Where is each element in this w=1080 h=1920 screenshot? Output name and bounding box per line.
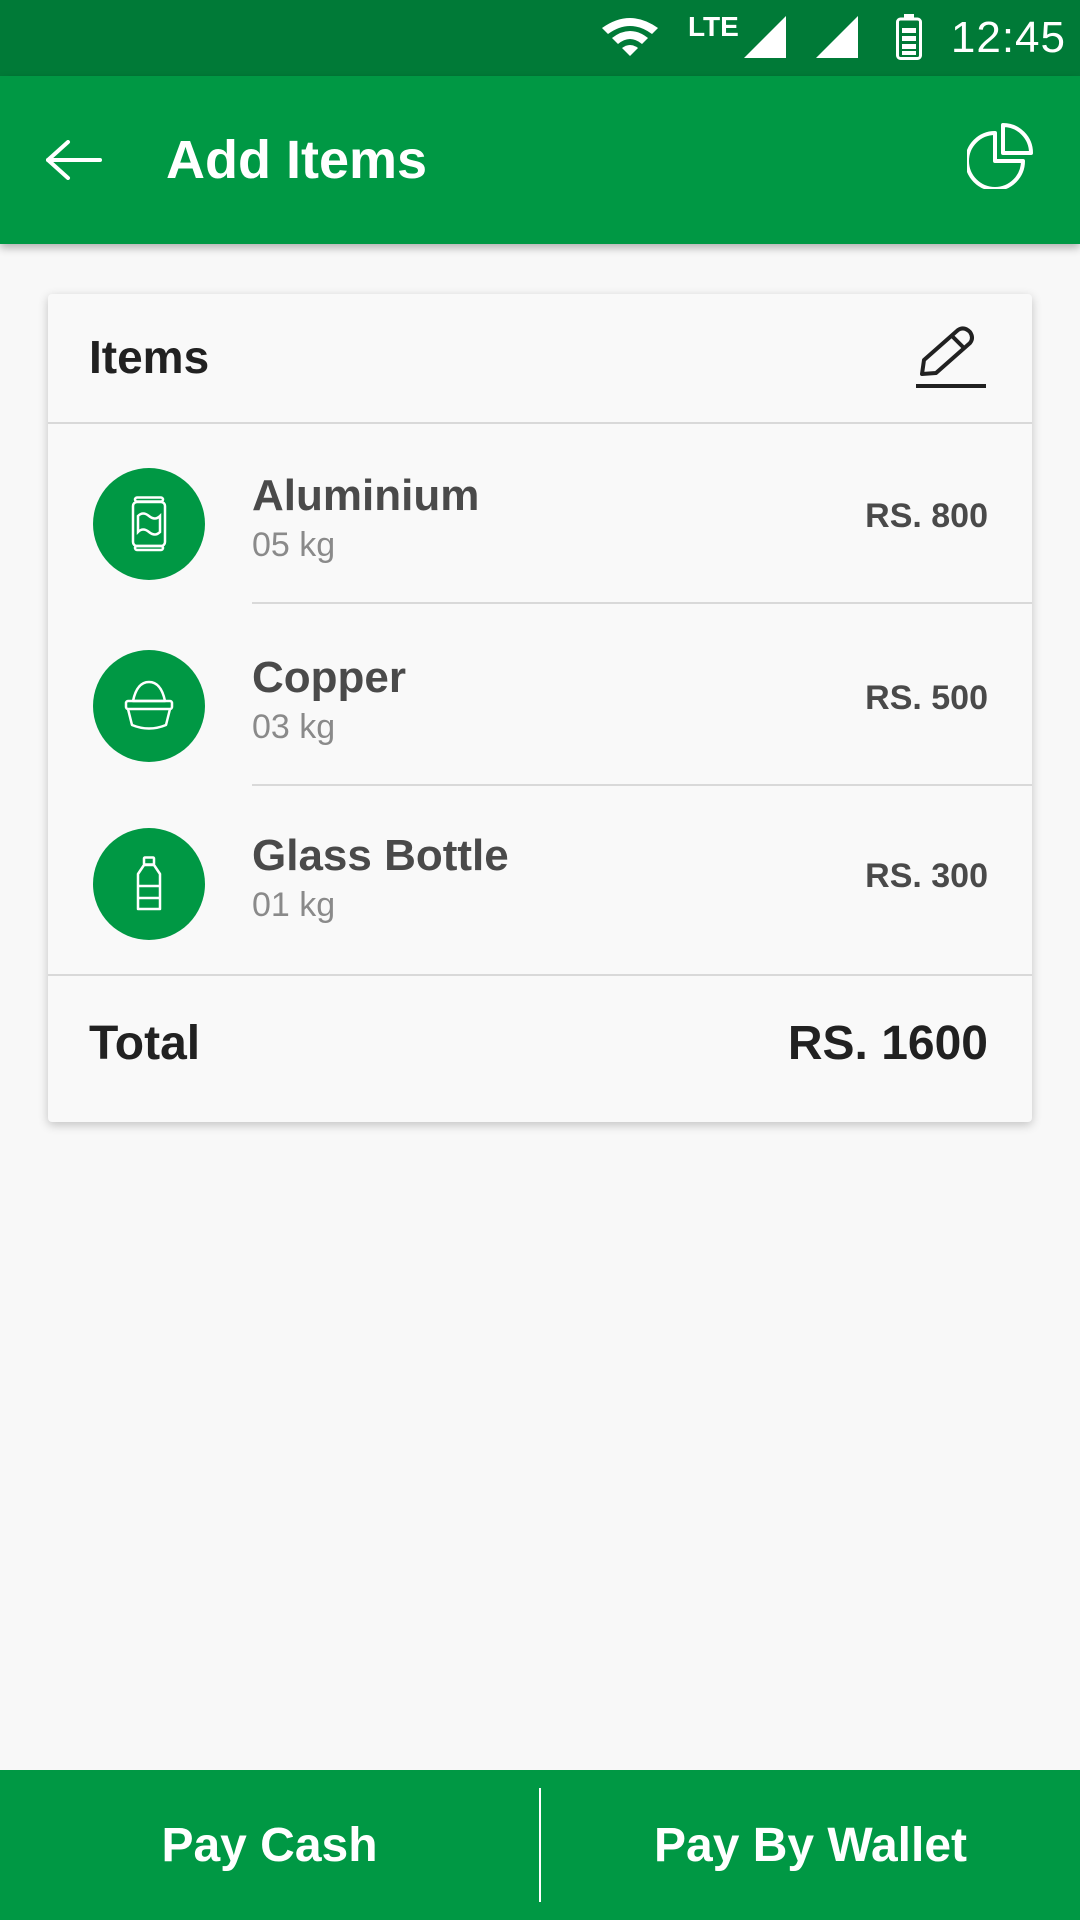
pencil-icon[interactable] xyxy=(914,324,988,394)
item-icon-circle xyxy=(93,650,205,762)
page-title: Add Items xyxy=(166,130,428,190)
can-icon xyxy=(131,496,167,552)
item-weight: 05 kg xyxy=(252,526,336,564)
item-weight: 01 kg xyxy=(252,886,336,924)
item-icon-circle xyxy=(93,468,205,580)
app-bar: Add Items xyxy=(0,76,1080,244)
pay-cash-button[interactable]: Pay Cash xyxy=(0,1770,539,1920)
back-button[interactable] xyxy=(34,120,114,200)
bottle-icon xyxy=(136,856,162,911)
items-card: Items Aluminium 05 kg RS. 800 Copper 03 … xyxy=(48,294,1032,1122)
list-item[interactable]: Copper 03 kg RS. 500 xyxy=(48,606,1032,786)
wifi-icon xyxy=(602,18,658,56)
pay-by-wallet-button[interactable]: Pay By Wallet xyxy=(541,1770,1080,1920)
statistics-button[interactable] xyxy=(960,114,1040,198)
item-icon-circle xyxy=(93,828,205,940)
item-price: RS. 800 xyxy=(865,497,988,535)
list-item[interactable]: Glass Bottle 01 kg RS. 300 xyxy=(48,784,1032,964)
item-name: Copper xyxy=(252,653,406,702)
item-price: RS. 500 xyxy=(865,679,988,717)
divider xyxy=(252,602,1032,604)
copper-pot-icon xyxy=(124,680,174,730)
total-value: RS. 1600 xyxy=(787,1017,988,1070)
pie-chart-icon xyxy=(967,123,1033,189)
arrow-left-icon xyxy=(46,140,102,180)
payment-bar: Pay Cash Pay By Wallet xyxy=(0,1770,1080,1920)
card-header: Items xyxy=(48,294,1032,424)
item-name: Glass Bottle xyxy=(252,831,509,880)
item-name: Aluminium xyxy=(252,471,480,520)
total-row: Total RS. 1600 xyxy=(48,974,1032,1124)
network-type-label: LTE xyxy=(688,11,739,42)
list-item[interactable]: Aluminium 05 kg RS. 800 xyxy=(48,424,1032,604)
total-label: Total xyxy=(89,1017,201,1070)
card-title: Items xyxy=(89,331,210,383)
cell-signal-icon xyxy=(744,16,786,58)
item-weight: 03 kg xyxy=(252,708,336,746)
battery-icon xyxy=(896,14,922,60)
status-time: 12:45 xyxy=(950,13,1066,62)
item-price: RS. 300 xyxy=(865,857,988,895)
status-bar: LTE 12:45 xyxy=(0,0,1080,76)
cell-signal-icon xyxy=(816,16,858,58)
